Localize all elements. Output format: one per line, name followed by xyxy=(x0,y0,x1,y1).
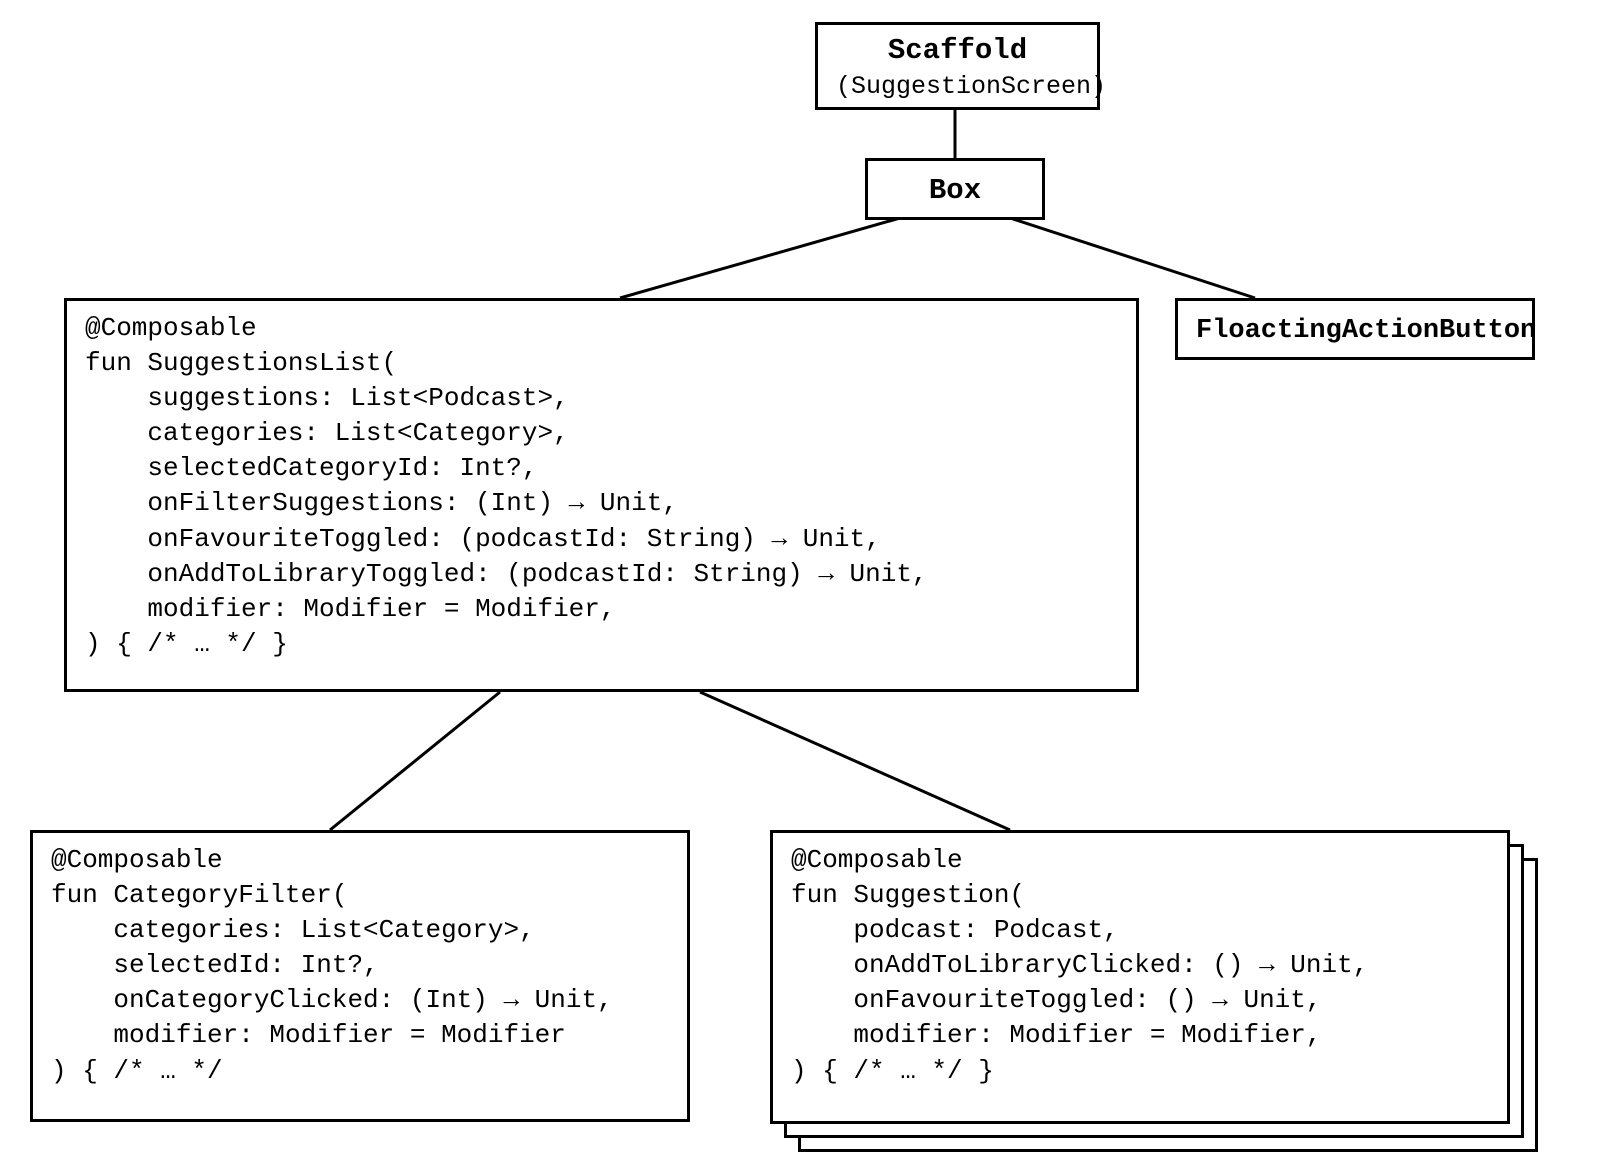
node-box: Box xyxy=(865,158,1045,220)
box-label: Box xyxy=(929,174,981,207)
scaffold-title: Scaffold xyxy=(836,31,1079,70)
scaffold-subtitle: (SuggestionScreen) xyxy=(836,70,1079,104)
suggestions-list-code: @Composable fun SuggestionsList( suggest… xyxy=(85,311,1118,662)
node-floating-action-button: FloactingActionButton xyxy=(1175,298,1535,360)
node-scaffold: Scaffold (SuggestionScreen) xyxy=(815,22,1100,110)
suggestion-code: @Composable fun Suggestion( podcast: Pod… xyxy=(791,843,1489,1089)
fab-label: FloactingActionButton xyxy=(1196,316,1536,346)
node-suggestion: @Composable fun Suggestion( podcast: Pod… xyxy=(770,830,1510,1124)
node-category-filter: @Composable fun CategoryFilter( categori… xyxy=(30,830,690,1122)
category-filter-code: @Composable fun CategoryFilter( categori… xyxy=(51,843,669,1089)
node-suggestions-list: @Composable fun SuggestionsList( suggest… xyxy=(64,298,1139,692)
